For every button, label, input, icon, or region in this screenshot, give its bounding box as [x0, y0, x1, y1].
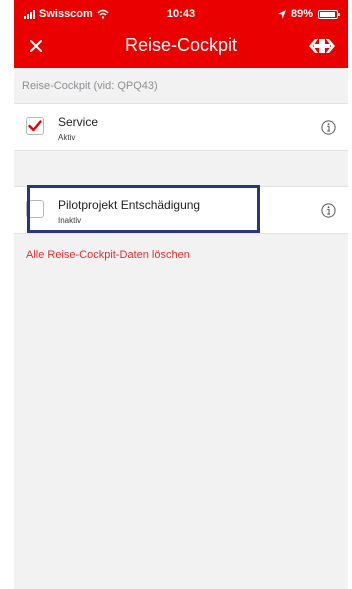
item-title: Service	[58, 115, 99, 129]
page-title: Reise-Cockpit	[124, 35, 238, 55]
battery-icon	[318, 9, 340, 19]
list-item-service[interactable]: Service Aktiv	[14, 103, 348, 151]
nav-row: Reise-Cockpit	[14, 28, 348, 64]
status-right: 89%	[277, 8, 340, 20]
sbb-logo-icon[interactable]	[308, 36, 336, 56]
section-header: Reise-Cockpit (vid: QPQ43)	[14, 68, 348, 102]
item-status: Aktiv	[58, 133, 76, 142]
location-arrow-icon	[277, 9, 286, 19]
checkmark-icon	[28, 120, 42, 132]
header-bar: Swisscom 10:43 89% Reise-Cockpit	[14, 0, 348, 68]
app-screen: Swisscom 10:43 89% Reise-Cockpit Reise-C…	[14, 0, 348, 589]
service-checkbox[interactable]	[26, 117, 44, 135]
pilotprojekt-checkbox[interactable]	[26, 200, 44, 218]
list-item-pilotprojekt[interactable]: Pilotprojekt Entschädigung Inaktiv	[14, 186, 348, 234]
section-label: Reise-Cockpit (vid: QPQ43)	[22, 80, 158, 92]
info-icon[interactable]	[321, 120, 336, 135]
status-bar: Swisscom 10:43 89%	[14, 6, 348, 22]
item-title: Pilotprojekt Entschädigung	[58, 198, 201, 212]
delete-all-data-link[interactable]: Alle Reise-Cockpit-Daten löschen	[26, 249, 190, 261]
item-status: Inaktiv	[58, 216, 82, 225]
battery-percent: 89%	[290, 8, 313, 20]
info-icon[interactable]	[321, 203, 336, 218]
